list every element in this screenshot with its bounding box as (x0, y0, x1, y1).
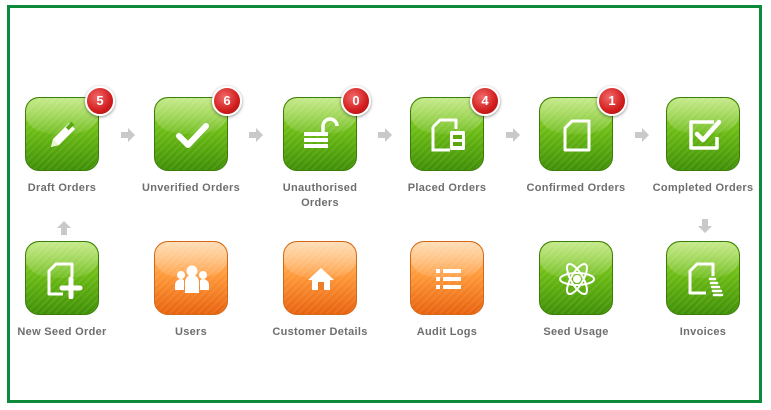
arrow-right-icon (378, 128, 392, 142)
list-icon (436, 269, 461, 289)
checkbox-icon (689, 119, 722, 150)
invoices-label: Invoices (679, 326, 727, 338)
new-seed-order-label: New Seed Order (17, 326, 107, 338)
users-label: Users (174, 326, 208, 338)
customer-details-label: Customer Details (272, 326, 368, 338)
checkmark-icon (176, 123, 209, 148)
unverified-orders-count-badge: 6 (212, 86, 242, 116)
atom-icon (559, 262, 595, 296)
new-seed-order-tile[interactable] (25, 241, 99, 315)
audit-logs-label: Audit Logs (416, 326, 478, 338)
customer-details-tile[interactable] (283, 241, 357, 315)
seed-usage-label: Seed Usage (543, 326, 609, 338)
invoices-tile[interactable] (666, 241, 740, 315)
pencil-icon (51, 121, 75, 147)
seed-usage-tile[interactable] (539, 241, 613, 315)
unauthorised-orders-label: Unauthorised Orders (282, 182, 358, 209)
confirmed-orders-count-badge: 1 (597, 86, 627, 116)
users-icon (175, 265, 209, 293)
document-icon (563, 119, 591, 152)
completed-orders-label: Completed Orders (652, 182, 754, 194)
draft-orders-count-badge: 5 (85, 86, 115, 116)
arrow-right-icon (506, 128, 520, 142)
unlock-icon (304, 117, 339, 148)
home-icon (308, 268, 334, 290)
unauthorised-orders-count-badge: 0 (341, 86, 371, 116)
dashboard-frame (7, 5, 762, 403)
placed-orders-label: Placed Orders (407, 182, 487, 194)
completed-orders-tile[interactable] (666, 97, 740, 171)
arrow-right-icon (121, 128, 135, 142)
audit-logs-tile[interactable] (410, 241, 484, 315)
placed-orders-count-badge: 4 (470, 86, 500, 116)
arrow-right-icon (635, 128, 649, 142)
document-box-icon (431, 118, 465, 152)
users-tile[interactable] (154, 241, 228, 315)
arrow-up-icon (57, 221, 71, 235)
draft-orders-label: Draft Orders (27, 182, 97, 194)
arrow-right-icon (249, 128, 263, 142)
confirmed-orders-label: Confirmed Orders (526, 182, 626, 194)
unverified-orders-label: Unverified Orders (141, 182, 241, 194)
arrow-down-icon (698, 219, 712, 233)
invoice-icon (688, 262, 724, 297)
add-document-icon (47, 262, 83, 299)
